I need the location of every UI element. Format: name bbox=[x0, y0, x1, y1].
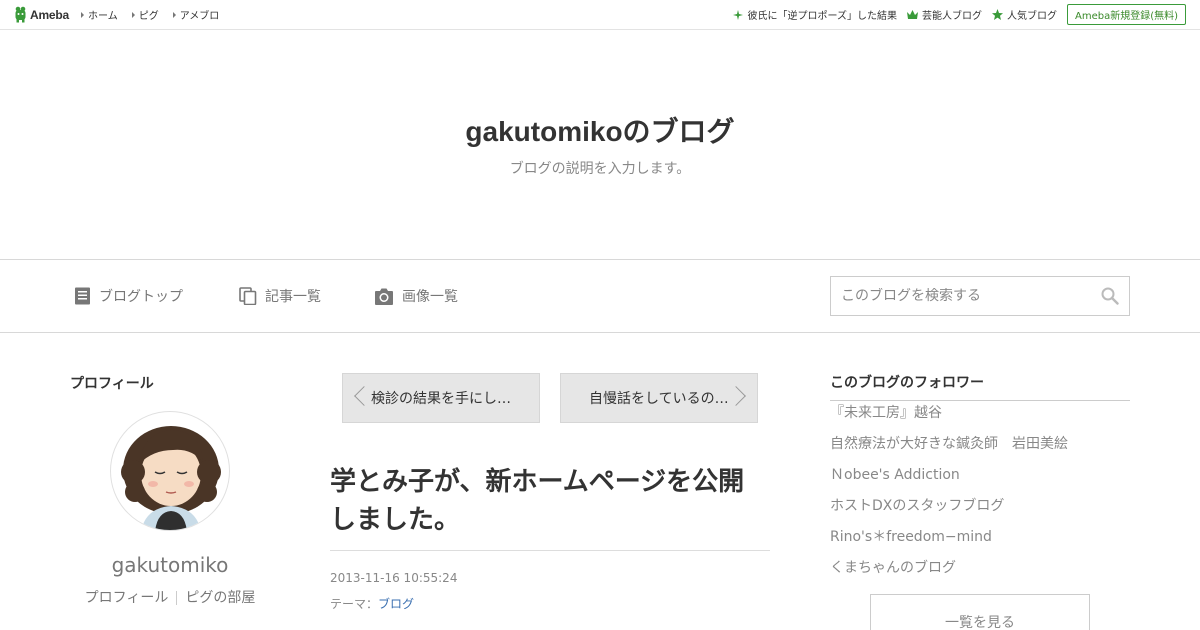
blog-description: ブログの説明を入力します。 bbox=[509, 161, 691, 177]
theme-prefix: テーマ： bbox=[330, 597, 379, 611]
celebrity-blog-label: 芸能人ブログ bbox=[921, 11, 982, 22]
follower-item[interactable]: ホストDXのスタッフブログ bbox=[830, 496, 1130, 527]
follower-item[interactable]: Rino's＊freedom−mind bbox=[830, 527, 1130, 558]
next-article-button[interactable]: 自慢話をしているの… bbox=[560, 373, 758, 423]
blog-nav: ブログトップ 記事一覧 画像一覧 bbox=[0, 260, 1200, 333]
document-icon bbox=[75, 287, 90, 305]
blog-header: gakutomikoのブログ ブログの説明を入力します。 bbox=[0, 30, 1200, 260]
copy-icon bbox=[239, 287, 257, 305]
top-nav-label: ピグ bbox=[138, 11, 159, 22]
ameba-logo[interactable]: Ameba bbox=[14, 6, 69, 23]
article-date: 2013-11-16 10:55:24 bbox=[330, 571, 458, 585]
nav-image-list-label: 画像一覧 bbox=[402, 289, 458, 305]
search-input[interactable] bbox=[841, 288, 1101, 304]
followers-list: 『未来工房』越谷 自然療法が大好きな鍼灸師 岩田美絵 Ｎobee's Addic… bbox=[830, 403, 1130, 589]
ameba-logo-icon bbox=[15, 6, 26, 23]
see-all-followers-button[interactable]: 一覧を見る bbox=[870, 594, 1090, 630]
top-nav-label: アメブロ bbox=[179, 11, 220, 22]
article-title[interactable]: 学とみ子が、新ホームページを公開しました。 bbox=[330, 462, 770, 538]
follower-item[interactable]: 『未来工房』越谷 bbox=[830, 403, 1130, 434]
popular-blog-link[interactable]: 人気ブログ bbox=[991, 7, 1057, 22]
promo-link[interactable]: 彼氏に「逆プロポーズ」した結果 bbox=[733, 7, 897, 22]
triangle-icon bbox=[81, 11, 85, 18]
nav-article-list[interactable]: 記事一覧 bbox=[239, 286, 321, 306]
nav-blog-top[interactable]: ブログトップ bbox=[74, 286, 183, 306]
register-button[interactable]: Ameba新規登録(無料) bbox=[1066, 4, 1186, 25]
search-icon[interactable] bbox=[1101, 287, 1119, 305]
pigg-room-link[interactable]: ピグの部屋 bbox=[185, 590, 255, 606]
promo-link-label: 彼氏に「逆プロポーズ」した結果 bbox=[747, 11, 897, 22]
top-right-links: 彼氏に「逆プロポーズ」した結果 芸能人ブログ 人気ブログ Ameba新規登録(無… bbox=[733, 4, 1186, 25]
follower-item[interactable]: Ｎobee's Addiction bbox=[830, 465, 1130, 496]
chevron-right-icon bbox=[726, 386, 746, 406]
global-header: Ameba ホーム ピグ アメブロ 彼氏に「逆プロポーズ」した結果 芸能人ブログ… bbox=[0, 0, 1200, 30]
article-divider bbox=[330, 550, 770, 551]
follower-item[interactable]: くまちゃんのブログ bbox=[830, 558, 1130, 589]
sparkle-icon bbox=[733, 9, 744, 20]
profile-username[interactable]: gakutomiko bbox=[70, 553, 270, 577]
crown-icon bbox=[906, 10, 918, 19]
profile-section-title: プロフィール bbox=[70, 376, 154, 392]
ameba-logo-text: Ameba bbox=[30, 7, 70, 22]
popular-blog-label: 人気ブログ bbox=[1006, 11, 1057, 22]
profile-links: プロフィール ピグの部屋 bbox=[70, 587, 270, 607]
theme-link[interactable]: ブログ bbox=[378, 597, 414, 611]
top-nav: ホーム ピグ アメブロ bbox=[81, 7, 219, 22]
followers-title: このブログのフォロワー bbox=[830, 372, 1130, 401]
blog-title[interactable]: gakutomikoのブログ bbox=[0, 110, 1200, 150]
prev-article-label: 検診の結果を手にし… bbox=[371, 391, 511, 407]
top-nav-home[interactable]: ホーム bbox=[81, 7, 118, 22]
triangle-icon bbox=[131, 11, 135, 18]
top-nav-label: ホーム bbox=[88, 11, 118, 22]
top-nav-pigg[interactable]: ピグ bbox=[131, 7, 159, 22]
camera-icon bbox=[375, 288, 393, 305]
star-icon bbox=[991, 9, 1003, 20]
nav-image-list[interactable]: 画像一覧 bbox=[374, 286, 458, 306]
nav-blog-top-label: ブログトップ bbox=[99, 289, 183, 305]
blog-search bbox=[830, 276, 1130, 316]
top-nav-ameblo[interactable]: アメブロ bbox=[172, 7, 220, 22]
nav-article-list-label: 記事一覧 bbox=[265, 289, 321, 305]
avatar[interactable] bbox=[110, 411, 230, 531]
triangle-icon bbox=[172, 11, 176, 18]
article-theme: テーマ：ブログ bbox=[330, 595, 414, 612]
prev-article-button[interactable]: 検診の結果を手にし… bbox=[342, 373, 540, 423]
avatar-image bbox=[121, 426, 221, 530]
link-separator bbox=[176, 591, 178, 605]
follower-item[interactable]: 自然療法が大好きな鍼灸師 岩田美絵 bbox=[830, 434, 1130, 465]
profile-link[interactable]: プロフィール bbox=[85, 590, 169, 606]
next-article-label: 自慢話をしているの… bbox=[589, 391, 729, 407]
celebrity-blog-link[interactable]: 芸能人ブログ bbox=[906, 7, 982, 22]
